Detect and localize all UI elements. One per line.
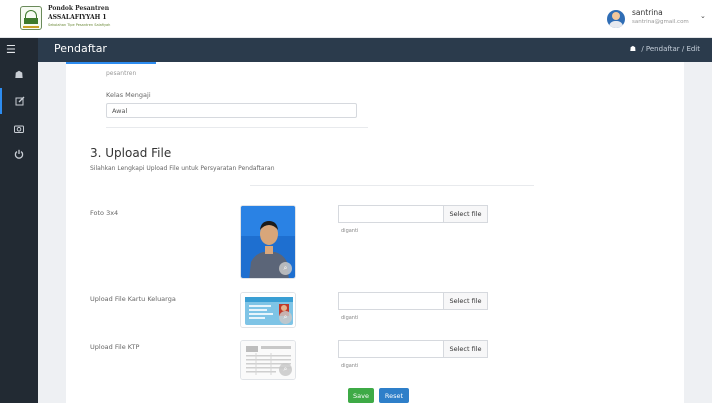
sidebar: ☗	[0, 38, 38, 403]
breadcrumb: ☗ / Pendaftar / Edit	[630, 45, 700, 53]
divider	[250, 185, 534, 186]
foto-thumbnail[interactable]: ⌕	[240, 205, 296, 279]
faded-text: pesantren	[106, 70, 137, 77]
ktp-hint: diganti	[341, 363, 359, 369]
logo-dome	[25, 10, 37, 18]
avatar-torso	[609, 21, 623, 28]
brand-line-1: Pondok Pesantren	[48, 5, 110, 12]
menu-icon[interactable]: ☰	[6, 43, 16, 56]
zoom-icon[interactable]: ⌕	[279, 363, 292, 376]
breadcrumb-separator: /	[681, 45, 685, 53]
select-file-button[interactable]: Select file	[443, 205, 488, 223]
kartu-keluarga-file-input[interactable]: Select file	[338, 292, 488, 310]
reset-button[interactable]: Reset	[379, 388, 409, 403]
avatar[interactable]	[607, 10, 625, 28]
home-icon[interactable]: ☗	[630, 45, 636, 53]
brand-line-2: ASSALAFIYYAH 1	[48, 14, 107, 21]
select-file-button[interactable]: Select file	[443, 292, 488, 310]
camera-icon[interactable]	[0, 115, 38, 141]
brand-text: Pondok Pesantren ASSALAFIYYAH 1 Sekolaha…	[48, 5, 110, 28]
section-subtitle: Silahkan Lengkapi Upload File untuk Pers…	[90, 165, 275, 172]
logo-base	[24, 18, 38, 24]
section-title: 3. Upload File	[90, 146, 172, 160]
ktp-file-input[interactable]: Select file	[338, 340, 488, 358]
kartu-keluarga-thumbnail[interactable]: ⌕	[240, 292, 296, 328]
file-field[interactable]	[338, 205, 443, 223]
breadcrumb-edit: Edit	[686, 45, 700, 53]
chevron-down-icon[interactable]: ⌄	[700, 12, 706, 20]
divider	[106, 127, 368, 128]
file-field[interactable]	[338, 292, 443, 310]
user-menu[interactable]: santrina santrina@gmail.com ⌄	[597, 0, 712, 38]
power-icon[interactable]	[0, 141, 38, 167]
user-name: santrina	[632, 8, 663, 17]
select-file-button[interactable]: Select file	[443, 340, 488, 358]
breadcrumb-pendaftar[interactable]: Pendaftar	[646, 45, 680, 53]
edit-icon[interactable]	[0, 88, 38, 114]
page-title: Pendaftar	[54, 42, 107, 55]
zoom-icon[interactable]: ⌕	[279, 311, 292, 324]
logo-strip	[23, 26, 39, 28]
page-titlebar: ☰ Pendaftar ☗ / Pendaftar / Edit	[6, 38, 712, 62]
kartu-keluarga-hint: diganti	[341, 315, 359, 321]
kartu-keluarga-label: Upload File Kartu Keluarga	[90, 295, 176, 303]
foto-file-input[interactable]: Select file	[338, 205, 488, 223]
form-card: pesantren Kelas Mengaji Awal 3. Upload F…	[66, 62, 684, 403]
breadcrumb-separator: /	[641, 45, 644, 53]
kelas-mengaji-input[interactable]: Awal	[106, 103, 357, 118]
home-icon[interactable]: ☗	[0, 62, 38, 88]
pesantren-logo[interactable]	[20, 6, 42, 30]
brand-tagline: Sekolahan Tipe Pesantren Salafiyah	[48, 23, 111, 27]
user-email: santrina@gmail.com	[632, 19, 689, 25]
file-field[interactable]	[338, 340, 443, 358]
ktp-thumbnail[interactable]: ⌕	[240, 340, 296, 380]
top-header: Pondok Pesantren ASSALAFIYYAH 1 Sekolaha…	[0, 0, 712, 38]
zoom-icon[interactable]: ⌕	[279, 262, 292, 275]
save-button[interactable]: Save	[348, 388, 374, 403]
foto-label: Foto 3x4	[90, 209, 119, 217]
kelas-mengaji-label: Kelas Mengaji	[106, 91, 151, 99]
ktp-label: Upload File KTP	[90, 343, 140, 351]
avatar-head	[612, 12, 620, 20]
loading-bar	[66, 62, 156, 64]
foto-hint: diganti	[341, 228, 359, 234]
